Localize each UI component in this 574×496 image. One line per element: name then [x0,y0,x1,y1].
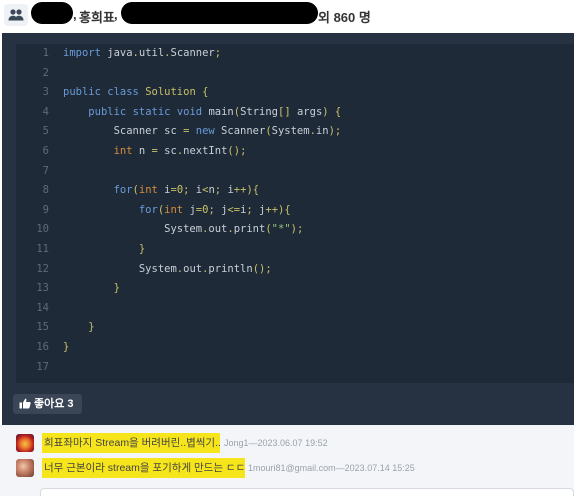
code-line: 15 } [16,318,556,338]
code-text: for(int j=0; j<=i; j++){ [138,203,291,216]
comment-list: 희표좌마지 Stream을 버려버린..볍씩기... Jong1—2023.06… [0,425,574,496]
redacted-name [31,2,73,24]
code-text: } [63,341,70,353]
comment-meta: 1mouri81@gmail.com—2023.07.14 15:25 [248,463,415,473]
redacted-name [121,2,318,24]
code-text: } [138,243,146,255]
code-line: 13 } [16,279,556,299]
code-text: int n = sc.nextInt(); [113,145,247,157]
name-separator: , [73,7,77,22]
code-line: 12 System.out.println(); [16,260,556,280]
comment-text: 희표좌마지 Stream을 버려버린..볍씩기... [42,433,220,453]
code-line: 8 for(int i=0; i<n; i++){ [16,181,556,201]
code-text: public class Solution { [63,86,209,99]
line-number: 12 [36,262,49,275]
line-number: 6 [42,145,49,157]
line-number: 1 [42,47,49,59]
liker-name[interactable]: 홍희표 [79,7,115,26]
code-line: 10 System.out.print("*"); [16,220,556,240]
like-bar: 좋아요 3 [2,383,574,425]
code-line: 16} [16,338,556,358]
like-label: 좋아요 3 [34,398,74,410]
code-text: for(int i=0; i<n; i++){ [113,184,260,197]
comment-input[interactable] [40,488,574,496]
code-text: System.out.print("*"); [63,223,304,236]
code-text: public static void main(String[] args) { [88,105,342,118]
code-line: 1 import java.util.Scanner; [16,44,556,64]
code-panel: 1 import java.util.Scanner; 2 3 public class… [2,33,574,425]
code-viewer: 1 import java.util.Scanner; 2 3 public class… [16,44,574,409]
code-line: 4 public static void main(String[] args)… [16,103,556,123]
group-icon [4,4,28,26]
code-line: 11 } [16,240,556,260]
line-number: 15 [36,321,49,334]
avatar[interactable] [16,459,34,477]
comment-text: 너무 근본이라 stream을 포기하게 만드는 ㄷㄷ [42,458,245,478]
code-text: import java.util.Scanner; [63,47,222,59]
line-number: 13 [36,282,49,295]
likers-header: , 홍희표 , 외 860 명 [0,0,574,32]
line-number: 11 [36,243,49,255]
line-number: 4 [42,105,49,118]
code-line: 7 [16,162,556,182]
comment-meta: Jong1—2023.06.07 19:52 [224,438,328,448]
line-number: 3 [42,86,49,99]
code-text: } [113,282,120,295]
line-number: 16 [36,341,49,353]
code-line: 3 public class Solution { [16,83,556,103]
line-number: 14 [36,301,49,314]
code-line: 17 [16,358,556,378]
line-number: 5 [42,125,49,138]
line-number: 10 [36,223,49,236]
code-line: 5 Scanner sc = new Scanner(System.in); [16,122,556,142]
comment-item: 너무 근본이라 stream을 포기하게 만드는 ㄷㄷ 1mouri81@gma… [14,457,574,479]
name-separator: , [114,7,118,22]
line-number: 17 [36,360,49,373]
code-line: 2 [16,64,556,84]
liker-count[interactable]: 외 860 명 [318,7,371,26]
line-number: 8 [42,184,49,197]
line-number: 9 [42,203,49,216]
code-line: 14 [16,299,556,319]
code-line: 6 int n = sc.nextInt(); [16,142,556,162]
code-text: Scanner sc = new Scanner(System.in); [63,125,342,138]
code-line: 9 for(int j=0; j<=i; j++){ [16,201,556,221]
avatar[interactable] [16,434,34,452]
thumbs-up-icon [19,396,31,416]
line-number: 7 [42,164,49,177]
like-button[interactable]: 좋아요 3 [13,394,82,414]
code-text: } [88,321,95,334]
comment-item: 희표좌마지 Stream을 버려버린..볍씩기... Jong1—2023.06… [14,432,574,454]
code-text: System.out.println(); [63,262,272,275]
line-number: 2 [42,66,49,79]
